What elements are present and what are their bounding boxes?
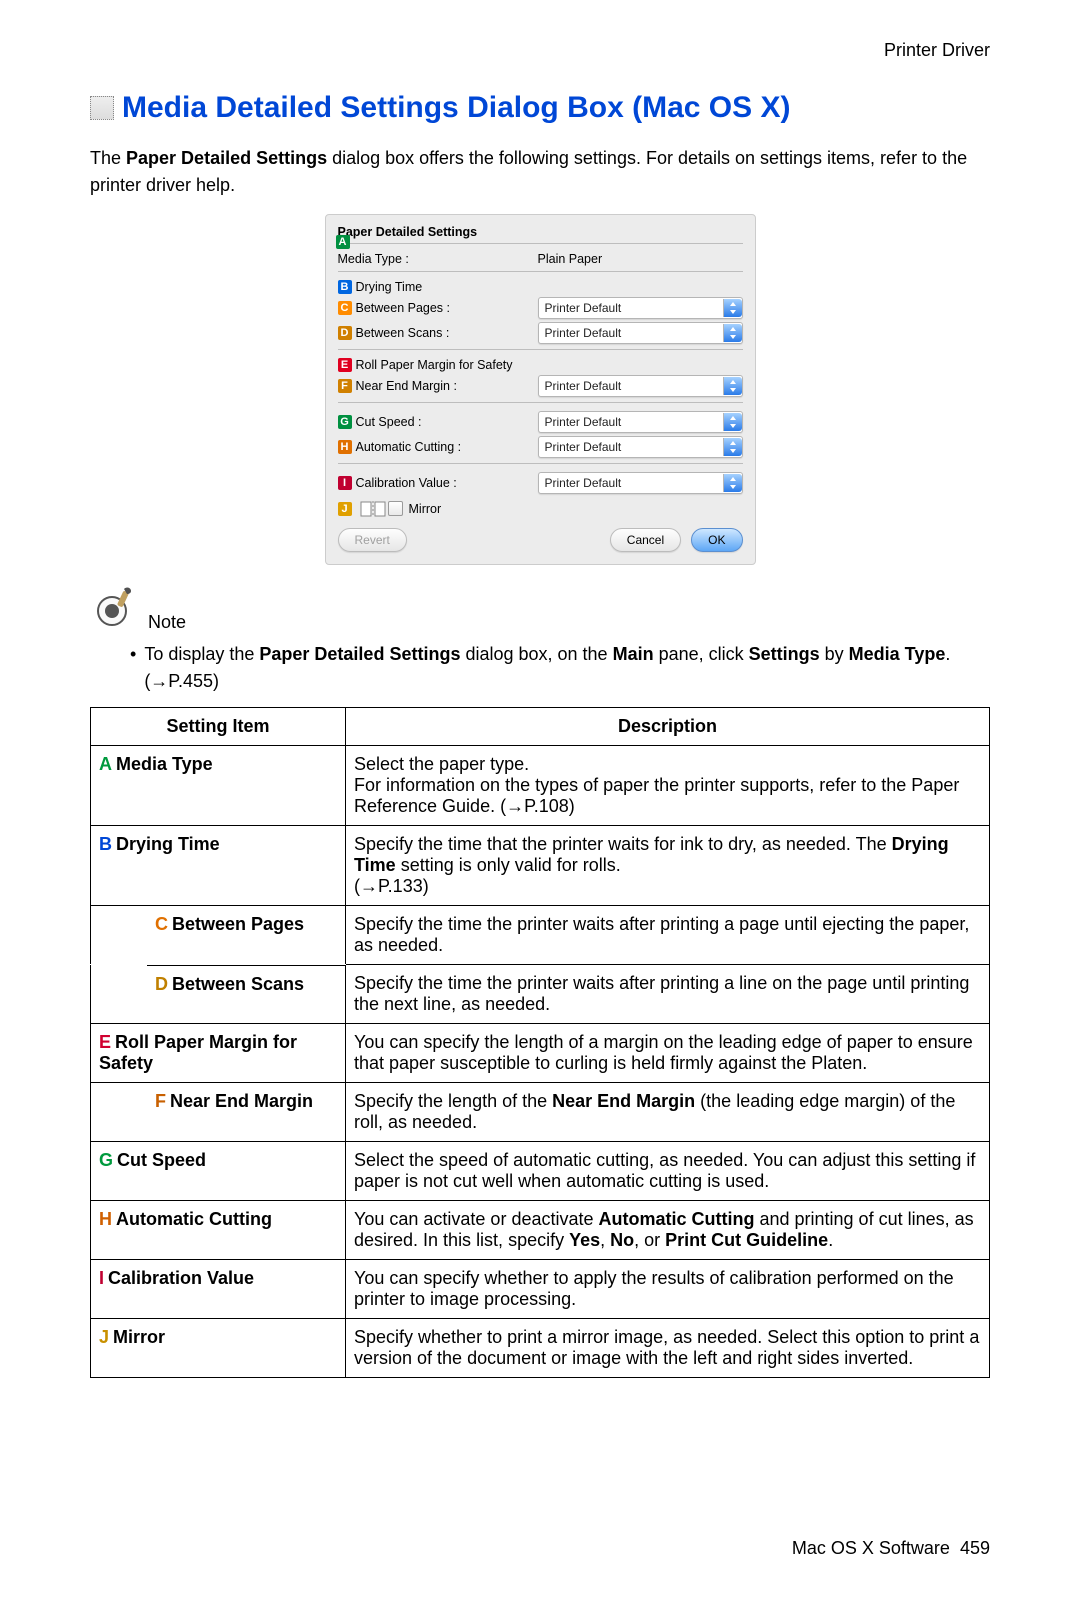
tag-g-icon: G [338,415,352,429]
table-row: GCut Speed Select the speed of automatic… [91,1142,990,1201]
near-end-select[interactable]: Printer Default [538,375,743,397]
near-end-label: Near End Margin : [356,379,457,393]
calib-label: Calibration Value : [356,476,457,490]
roll-margin-header: Roll Paper Margin for Safety [356,358,513,372]
dialog-title: Paper Detailed Settings [338,225,743,239]
table-row: HAutomatic Cutting You can activate or d… [91,1201,990,1260]
mirror-checkbox[interactable]: Mirror [388,501,442,516]
between-pages-select[interactable]: Printer Default [538,297,743,319]
updown-icon [723,413,742,431]
tag-d-icon: D [338,326,352,340]
title-icon [90,96,114,120]
tag-h-icon: H [338,440,352,454]
media-type-value: Plain Paper [538,252,743,266]
cut-speed-select[interactable]: Printer Default [538,411,743,433]
ok-button[interactable]: OK [691,528,742,552]
between-pages-label: Between Pages : [356,301,451,315]
tag-i-icon: I [338,476,352,490]
updown-icon [723,324,742,342]
tag-e-icon: E [338,358,352,372]
note-body: • To display the Paper Detailed Settings… [90,641,990,695]
cancel-button[interactable]: Cancel [610,528,681,552]
tag-c-icon: C [338,301,352,315]
table-header-desc: Description [346,708,990,746]
auto-cut-select[interactable]: Printer Default [538,436,743,458]
header-section: Printer Driver [90,40,990,61]
note-label: Note [148,612,186,633]
page-footer: Mac OS X Software 459 [90,1538,990,1559]
auto-cut-label: Automatic Cutting : [356,440,462,454]
updown-icon [723,474,742,492]
table-row: BDrying Time Specify the time that the p… [91,826,990,906]
table-row: AMedia Type Select the paper type.For in… [91,746,990,826]
table-row: DBetween Scans Specify the time the prin… [91,965,990,1024]
table-row: CBetween Pages Specify the time the prin… [91,906,990,965]
updown-icon [723,438,742,456]
calib-select[interactable]: Printer Default [538,472,743,494]
tag-b-icon: B [338,280,352,294]
note-icon [90,585,138,633]
revert-button[interactable]: Revert [338,528,407,552]
table-row: ICalibration Value You can specify wheth… [91,1260,990,1319]
table-row: FNear End Margin Specify the length of t… [91,1083,990,1142]
table-row: JMirror Specify whether to print a mirro… [91,1319,990,1378]
cut-speed-label: Cut Speed : [356,415,422,429]
table-header-setting: Setting Item [91,708,346,746]
media-type-label: Media Type : [338,252,409,266]
updown-icon [723,377,742,395]
tag-a-icon: A [336,235,350,249]
between-scans-select[interactable]: Printer Default [538,322,743,344]
mirror-doc-icon [360,501,380,517]
dialog-screenshot: Paper Detailed Settings A Media Type : P… [325,214,756,565]
intro-paragraph: The Paper Detailed Settings dialog box o… [90,145,990,199]
table-row: ERoll Paper Margin for Safety You can sp… [91,1024,990,1083]
between-scans-label: Between Scans : [356,326,450,340]
updown-icon [723,299,742,317]
tag-j-icon: J [338,502,352,516]
page-title: Media Detailed Settings Dialog Box (Mac … [122,91,790,125]
tag-f-icon: F [338,379,352,393]
drying-time-header: Drying Time [356,280,423,294]
settings-table: Setting Item Description AMedia Type Sel… [90,707,990,1378]
